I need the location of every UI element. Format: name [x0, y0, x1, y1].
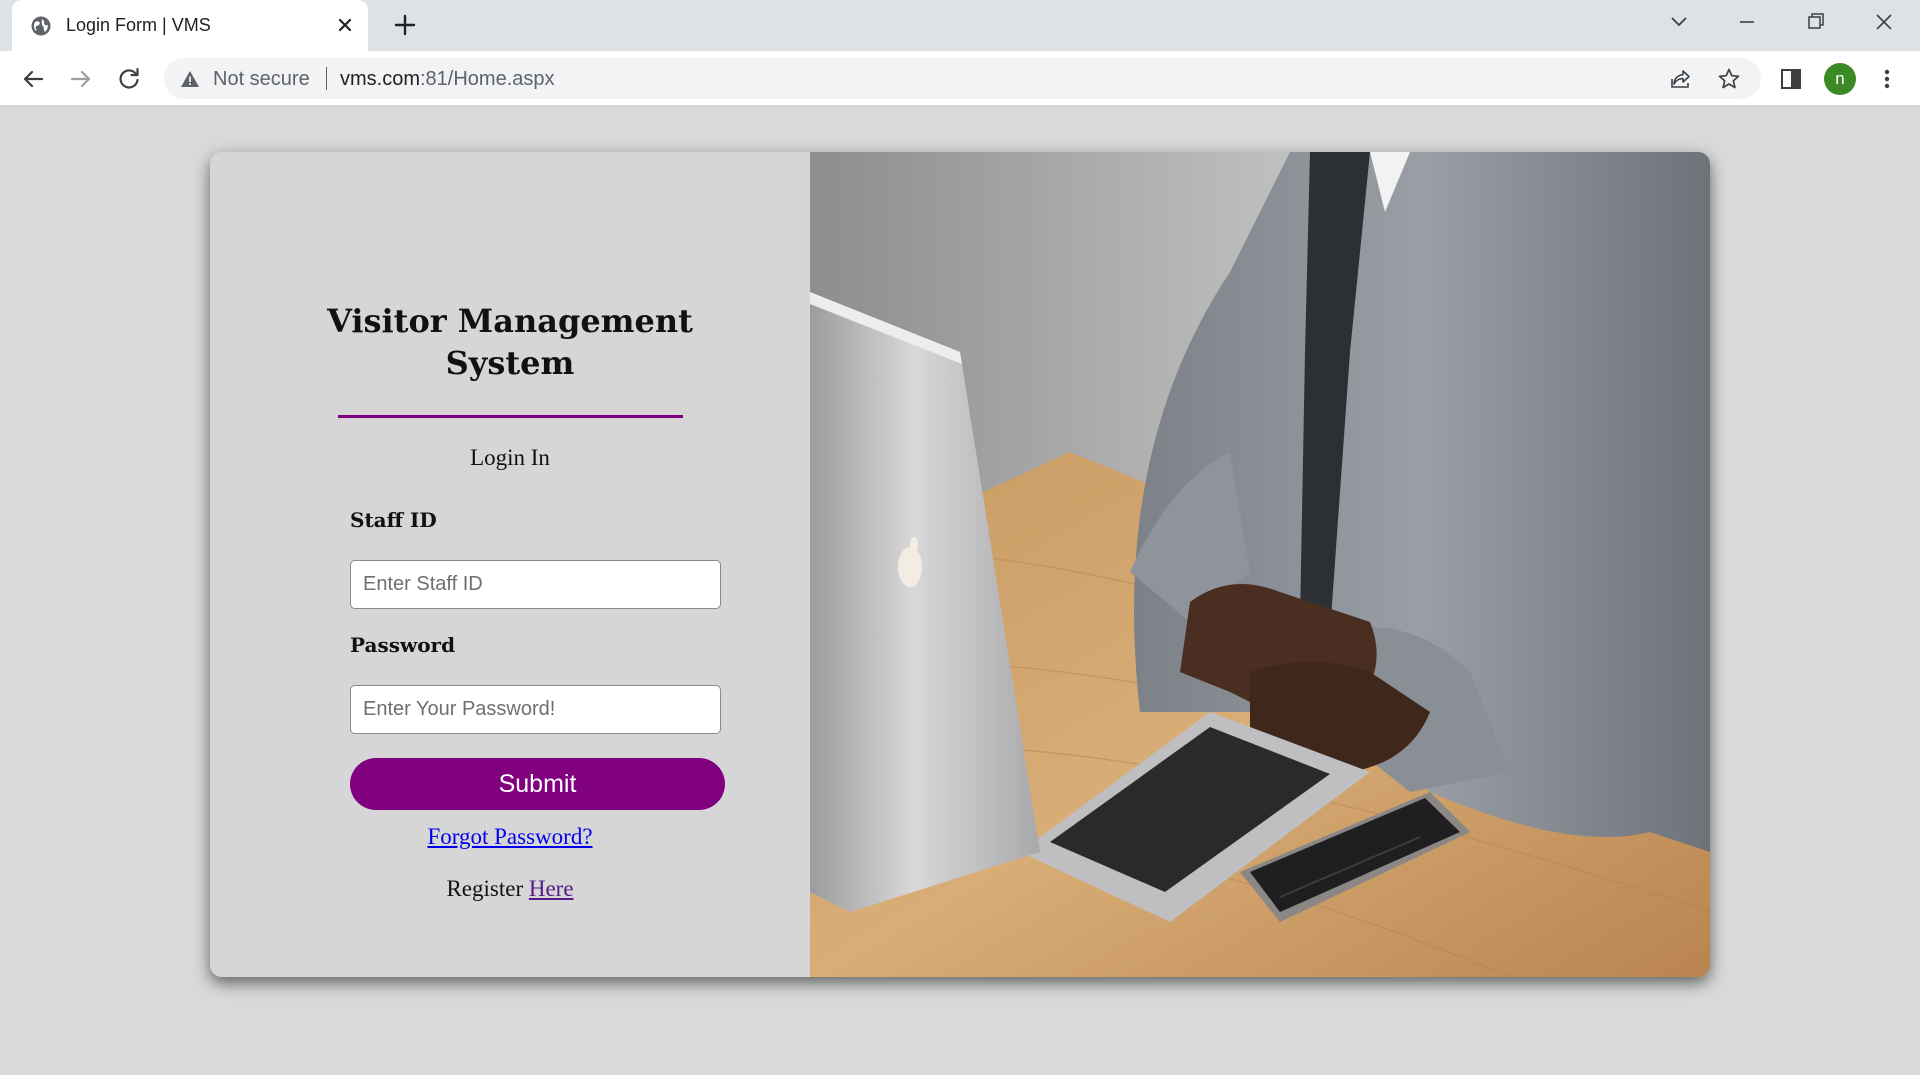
login-subtitle: Login In: [470, 445, 550, 470]
side-panel-icon[interactable]: [1776, 64, 1806, 94]
new-tab-icon[interactable]: [392, 12, 418, 38]
restore-icon[interactable]: [1798, 8, 1834, 36]
reload-icon[interactable]: [114, 64, 144, 94]
tab-close-icon[interactable]: [334, 14, 356, 36]
password-label: Password: [350, 633, 456, 657]
url-host: vms.com: [340, 68, 420, 90]
tab-search-chevron-icon[interactable]: [1661, 8, 1697, 36]
browser-tabstrip: Login Form | VMS: [0, 0, 1920, 51]
password-input[interactable]: [350, 685, 721, 734]
login-form-panel: Visitor Management System Login In Staff…: [210, 152, 810, 977]
back-icon[interactable]: [18, 64, 48, 94]
register-row: Register Here: [310, 876, 710, 902]
forgot-password-link[interactable]: Forgot Password?: [427, 824, 592, 849]
warning-icon[interactable]: [180, 69, 200, 89]
staff-id-label: Staff ID: [350, 508, 437, 532]
forward-icon[interactable]: [66, 64, 96, 94]
login-card: Visitor Management System Login In Staff…: [210, 152, 1710, 977]
title-divider: [338, 415, 683, 418]
browser-toolbar: Not secure vms.com:81/Home.aspx n: [0, 51, 1920, 106]
address-bar[interactable]: Not secure vms.com:81/Home.aspx: [164, 58, 1761, 99]
close-window-icon[interactable]: [1866, 8, 1902, 36]
register-text: Register: [446, 876, 529, 901]
page-title: Visitor Management System: [327, 302, 693, 382]
staff-id-input[interactable]: [350, 560, 721, 609]
security-label[interactable]: Not secure: [213, 68, 310, 91]
url-path: :81/Home.aspx: [420, 68, 555, 90]
tab-title: Login Form | VMS: [66, 15, 211, 35]
forgot-password-row: Forgot Password?: [310, 824, 710, 850]
profile-avatar[interactable]: n: [1824, 63, 1856, 95]
office-laptop-photo: [810, 152, 1710, 977]
share-icon[interactable]: [1669, 67, 1693, 91]
minimize-icon[interactable]: [1729, 8, 1765, 36]
register-here-link[interactable]: Here: [529, 876, 574, 901]
url-text[interactable]: vms.com:81/Home.aspx: [340, 68, 555, 91]
omnibox-divider: [326, 67, 327, 90]
menu-kebab-icon[interactable]: [1872, 64, 1902, 94]
browser-tab[interactable]: Login Form | VMS: [12, 0, 368, 51]
submit-button[interactable]: Submit: [350, 758, 725, 810]
bookmark-star-icon[interactable]: [1717, 67, 1741, 91]
globe-icon: [30, 15, 52, 37]
